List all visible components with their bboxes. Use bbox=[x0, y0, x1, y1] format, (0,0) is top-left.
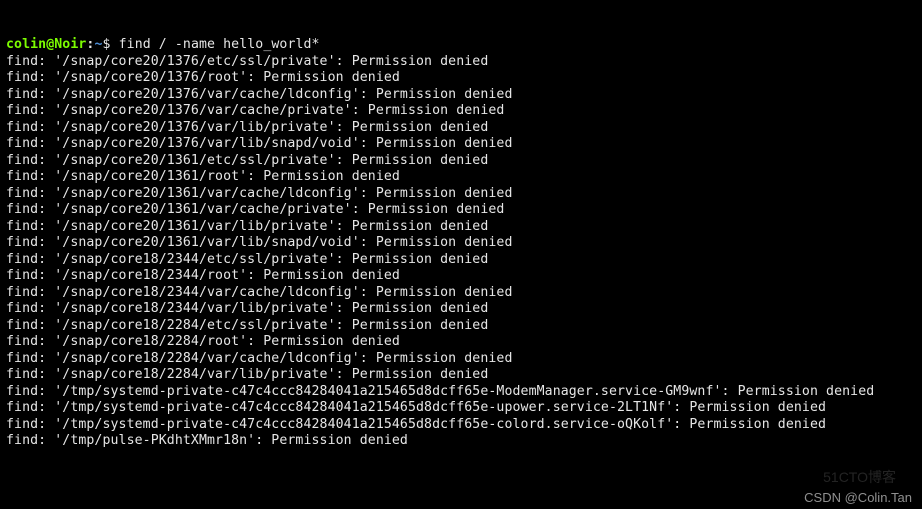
output-line: find: '/snap/core18/2344/var/lib/private… bbox=[6, 301, 916, 318]
command-output: find: '/snap/core20/1376/etc/ssl/private… bbox=[6, 54, 916, 450]
typed-command: find / -name hello_world* bbox=[119, 37, 320, 52]
output-line: find: '/snap/core20/1376/var/cache/ldcon… bbox=[6, 87, 916, 104]
output-line: find: '/snap/core20/1361/var/cache/priva… bbox=[6, 202, 916, 219]
output-line: find: '/snap/core20/1361/root': Permissi… bbox=[6, 169, 916, 186]
prompt-user-host: colin@Noir bbox=[6, 37, 86, 52]
prompt-path: ~ bbox=[94, 37, 102, 52]
output-line: find: '/snap/core18/2344/etc/ssl/private… bbox=[6, 252, 916, 269]
output-line: find: '/snap/core20/1376/etc/ssl/private… bbox=[6, 54, 916, 71]
terminal[interactable]: colin@Noir:~$ find / -name hello_world*f… bbox=[0, 0, 922, 509]
output-line: find: '/snap/core18/2284/var/cache/ldcon… bbox=[6, 351, 916, 368]
output-line: find: '/snap/core20/1361/var/lib/snapd/v… bbox=[6, 235, 916, 252]
output-line: find: '/snap/core20/1361/etc/ssl/private… bbox=[6, 153, 916, 170]
output-line: find: '/snap/core20/1376/var/lib/private… bbox=[6, 120, 916, 137]
output-line: find: '/snap/core20/1376/var/cache/priva… bbox=[6, 103, 916, 120]
output-line: find: '/snap/core18/2344/root': Permissi… bbox=[6, 268, 916, 285]
prompt-symbol: $ bbox=[103, 37, 111, 52]
output-line: find: '/snap/core18/2284/root': Permissi… bbox=[6, 334, 916, 351]
output-line: find: '/tmp/systemd-private-c47c4ccc8428… bbox=[6, 384, 916, 401]
output-line: find: '/tmp/systemd-private-c47c4ccc8428… bbox=[6, 417, 916, 434]
output-line: find: '/snap/core20/1376/var/lib/snapd/v… bbox=[6, 136, 916, 153]
output-line: find: '/snap/core18/2284/var/lib/private… bbox=[6, 367, 916, 384]
output-line: find: '/snap/core18/2284/etc/ssl/private… bbox=[6, 318, 916, 335]
output-line: find: '/snap/core18/2344/var/cache/ldcon… bbox=[6, 285, 916, 302]
command-line: colin@Noir:~$ find / -name hello_world* bbox=[6, 37, 916, 54]
output-line: find: '/tmp/systemd-private-c47c4ccc8428… bbox=[6, 400, 916, 417]
output-line: find: '/snap/core20/1361/var/lib/private… bbox=[6, 219, 916, 236]
output-line: find: '/snap/core20/1361/var/cache/ldcon… bbox=[6, 186, 916, 203]
output-line: find: '/snap/core20/1376/root': Permissi… bbox=[6, 70, 916, 87]
output-line: find: '/tmp/pulse-PKdhtXMmr18n': Permiss… bbox=[6, 433, 916, 450]
